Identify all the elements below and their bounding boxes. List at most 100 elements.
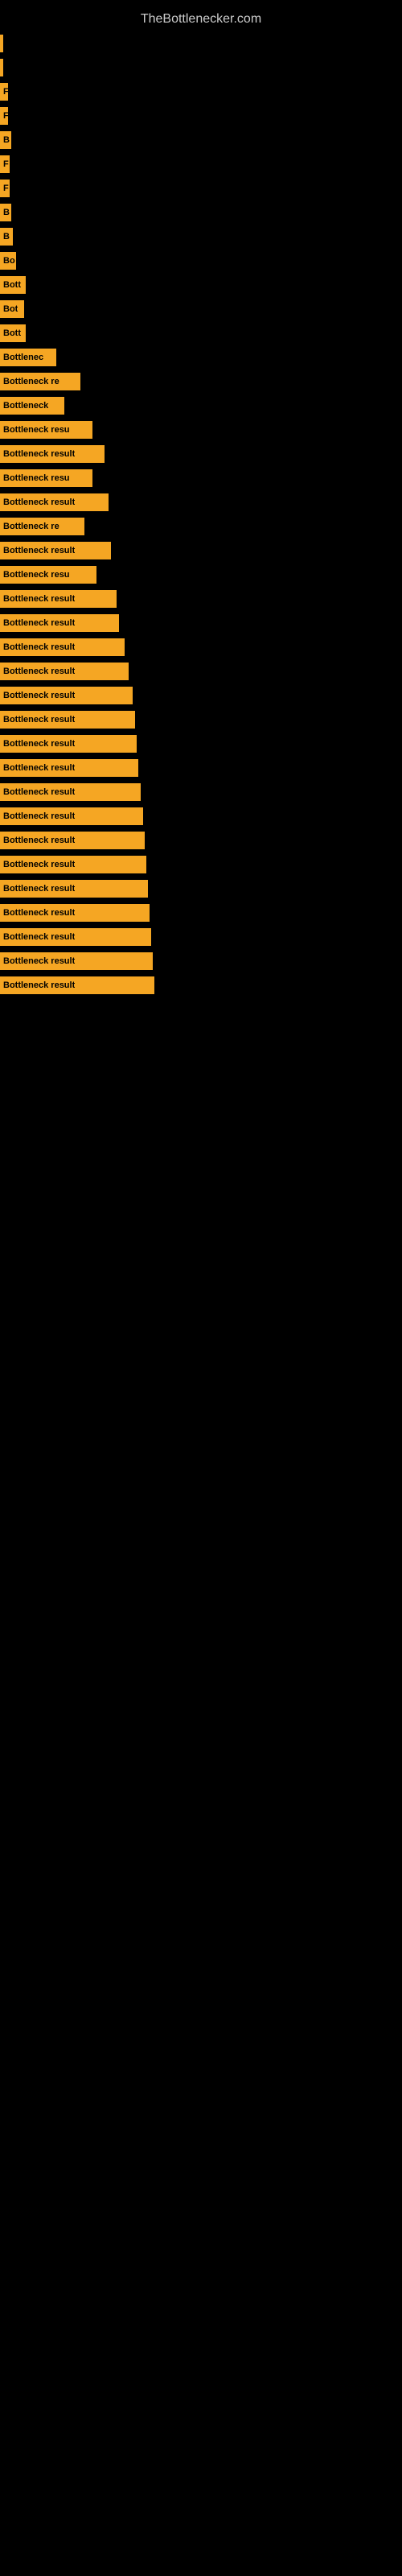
bar-row: Bo — [0, 250, 402, 272]
bar-row: Bottleneck result — [0, 612, 402, 634]
bar-row: Bott — [0, 274, 402, 296]
bar-label-15: Bottleneck — [3, 401, 48, 411]
bar-row: Bottleneck result — [0, 757, 402, 779]
bar-label-3: F — [3, 111, 8, 121]
bar-8: B — [0, 228, 13, 246]
bar-39: Bottleneck result — [0, 976, 154, 994]
bar-35: Bottleneck result — [0, 880, 148, 898]
bar-row: Bottleneck result — [0, 853, 402, 876]
bar-label-4: B — [3, 135, 10, 145]
bar-15: Bottleneck — [0, 397, 64, 415]
bar-6: F — [0, 180, 10, 197]
bar-14: Bottleneck re — [0, 373, 80, 390]
bar-label-39: Bottleneck result — [3, 980, 75, 990]
bar-row: Bottleneck result — [0, 829, 402, 852]
bar-row: Bottleneck result — [0, 588, 402, 610]
bar-32: Bottleneck result — [0, 807, 143, 825]
bar-29: Bottleneck result — [0, 735, 137, 753]
bar-row: Bottleneck result — [0, 684, 402, 707]
bar-row — [0, 32, 402, 55]
bar-label-16: Bottleneck resu — [3, 425, 70, 435]
bar-label-33: Bottleneck result — [3, 836, 75, 845]
bar-label-32: Bottleneck result — [3, 811, 75, 821]
bar-label-12: Bott — [3, 328, 21, 338]
bar-label-24: Bottleneck result — [3, 618, 75, 628]
bar-label-31: Bottleneck result — [3, 787, 75, 797]
bar-row: Bottleneck resu — [0, 467, 402, 489]
bar-row: Bottleneck result — [0, 708, 402, 731]
bar-row: Bottleneck result — [0, 733, 402, 755]
bar-23: Bottleneck result — [0, 590, 117, 608]
bar-row: Bottleneck result — [0, 950, 402, 972]
bar-label-20: Bottleneck re — [3, 522, 59, 531]
bar-row: Bottleneck result — [0, 781, 402, 803]
bar-3: F — [0, 107, 8, 125]
bar-label-37: Bottleneck result — [3, 932, 75, 942]
bar-2: F — [0, 83, 8, 101]
bar-18: Bottleneck resu — [0, 469, 92, 487]
bar-row: F — [0, 153, 402, 175]
bar-label-11: Bot — [3, 304, 18, 314]
bar-9: Bo — [0, 252, 16, 270]
bar-label-22: Bottleneck resu — [3, 570, 70, 580]
bar-row — [0, 56, 402, 79]
bar-label-10: Bott — [3, 280, 21, 290]
bar-row: Bottleneck result — [0, 805, 402, 828]
bar-20: Bottleneck re — [0, 518, 84, 535]
bar-17: Bottleneck result — [0, 445, 105, 463]
bar-5: F — [0, 155, 10, 173]
bar-row: Bottleneck re — [0, 370, 402, 393]
bar-label-17: Bottleneck result — [3, 449, 75, 459]
bar-28: Bottleneck result — [0, 711, 135, 729]
bar-row: Bottleneck resu — [0, 564, 402, 586]
bar-31: Bottleneck result — [0, 783, 141, 801]
bar-label-5: F — [3, 159, 9, 169]
bar-label-27: Bottleneck result — [3, 691, 75, 700]
bar-10: Bott — [0, 276, 26, 294]
bar-label-26: Bottleneck result — [3, 667, 75, 676]
bar-label-9: Bo — [3, 256, 15, 266]
bar-25: Bottleneck result — [0, 638, 125, 656]
bar-row: Bottlenec — [0, 346, 402, 369]
bar-row: Bot — [0, 298, 402, 320]
bar-row: Bottleneck result — [0, 926, 402, 948]
bar-label-2: F — [3, 87, 8, 97]
bar-label-19: Bottleneck result — [3, 497, 75, 507]
bar-22: Bottleneck resu — [0, 566, 96, 584]
bar-label-8: B — [3, 232, 10, 242]
bar-37: Bottleneck result — [0, 928, 151, 946]
site-title: TheBottlenecker.com — [0, 4, 402, 31]
bar-row: B — [0, 129, 402, 151]
bar-12: Bott — [0, 324, 26, 342]
bar-30: Bottleneck result — [0, 759, 138, 777]
bar-row: Bottleneck result — [0, 539, 402, 562]
bar-label-29: Bottleneck result — [3, 739, 75, 749]
bar-row: Bottleneck result — [0, 491, 402, 514]
bar-1 — [0, 59, 3, 76]
bar-38: Bottleneck result — [0, 952, 153, 970]
bar-label-28: Bottleneck result — [3, 715, 75, 724]
bar-row: Bottleneck re — [0, 515, 402, 538]
bar-row: Bottleneck result — [0, 660, 402, 683]
bars-container: FFBFFBBBoBottBotBottBottlenecBottleneck … — [0, 32, 402, 998]
bar-label-13: Bottlenec — [3, 353, 43, 362]
bar-row: F — [0, 105, 402, 127]
bar-row: Bottleneck result — [0, 636, 402, 658]
bar-label-25: Bottleneck result — [3, 642, 75, 652]
bar-row: Bottleneck — [0, 394, 402, 417]
bar-label-23: Bottleneck result — [3, 594, 75, 604]
bar-label-21: Bottleneck result — [3, 546, 75, 555]
bar-33: Bottleneck result — [0, 832, 145, 849]
bar-row: Bott — [0, 322, 402, 345]
bar-label-35: Bottleneck result — [3, 884, 75, 894]
bar-16: Bottleneck resu — [0, 421, 92, 439]
bar-row: Bottleneck resu — [0, 419, 402, 441]
bar-row: Bottleneck result — [0, 443, 402, 465]
bar-24: Bottleneck result — [0, 614, 119, 632]
bar-row: Bottleneck result — [0, 877, 402, 900]
bar-19: Bottleneck result — [0, 493, 109, 511]
bar-label-14: Bottleneck re — [3, 377, 59, 386]
bar-row: B — [0, 201, 402, 224]
bar-11: Bot — [0, 300, 24, 318]
bar-label-38: Bottleneck result — [3, 956, 75, 966]
